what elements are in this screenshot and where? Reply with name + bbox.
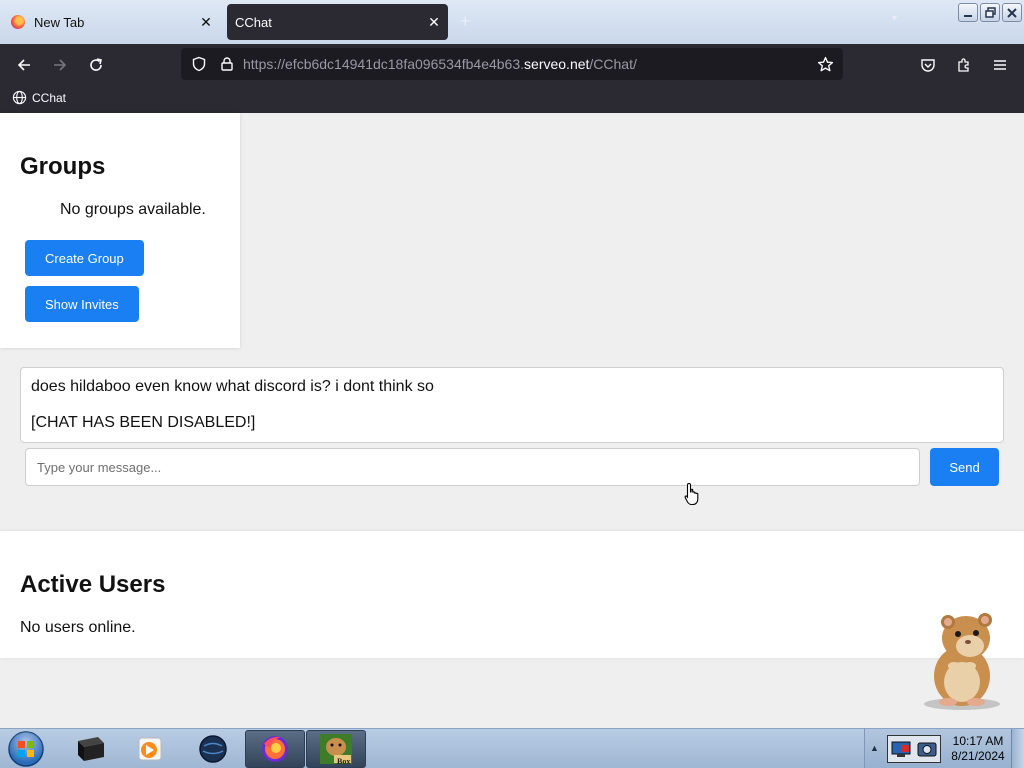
- tracking-protection-shield-icon[interactable]: [187, 52, 211, 76]
- chat-messages-box[interactable]: does hildaboo even know what discord is?…: [20, 367, 1004, 443]
- bookmark-label: CChat: [32, 90, 67, 105]
- box-label: Box: [337, 757, 351, 766]
- bookmark-star-icon[interactable]: [813, 52, 837, 76]
- taskbar-app-black-box[interactable]: [60, 730, 120, 768]
- forward-arrow-icon[interactable]: [48, 53, 72, 77]
- back-arrow-icon[interactable]: [12, 53, 36, 77]
- pocket-icon[interactable]: [916, 53, 940, 77]
- groups-panel: Groups No groups available. Create Group…: [0, 113, 240, 348]
- tab-cchat[interactable]: CChat ✕: [227, 4, 448, 40]
- close-tab-icon[interactable]: ✕: [420, 14, 448, 31]
- new-tab-icon[interactable]: +: [460, 11, 471, 32]
- bookmark-cchat[interactable]: CChat: [12, 90, 66, 105]
- taskbar: Box ▲ 10:17 AM 8/21/2024: [0, 728, 1024, 768]
- bookmarks-toolbar: CChat: [0, 85, 1024, 113]
- dark-globe-app-icon: [199, 735, 227, 763]
- black-window-app-icon: [78, 737, 104, 761]
- no-users-text: No users online.: [20, 619, 136, 636]
- tab-label: New Tab: [34, 14, 85, 30]
- taskbar-app-globe[interactable]: [183, 730, 243, 768]
- windows-orb-icon: [8, 731, 44, 767]
- send-button[interactable]: Send: [930, 448, 999, 486]
- taskbar-media-player[interactable]: [120, 730, 180, 768]
- extensions-puzzle-icon[interactable]: [952, 53, 976, 77]
- list-all-tabs-icon[interactable]: ▾: [892, 13, 897, 24]
- tray-icons: [887, 735, 941, 763]
- lock-icon[interactable]: [215, 52, 239, 76]
- message-input[interactable]: [25, 448, 920, 486]
- taskbar-firefox[interactable]: [245, 730, 305, 768]
- window-controls: [958, 3, 1022, 22]
- display-tray-icon[interactable]: [891, 740, 911, 758]
- show-hidden-icons-arrow-icon[interactable]: ▲: [870, 743, 879, 753]
- page-content: Groups No groups available. Create Group…: [0, 113, 1024, 728]
- taskbar-box-app[interactable]: Box: [306, 730, 366, 768]
- groups-heading: Groups: [20, 153, 106, 180]
- chat-message: [CHAT HAS BEEN DISABLED!]: [31, 414, 256, 431]
- system-tray: ▲ 10:17 AM 8/21/2024: [864, 729, 1024, 768]
- hand-pointer-cursor-icon: [684, 482, 702, 511]
- media-player-icon: [138, 737, 162, 761]
- firefox-icon: [11, 15, 25, 29]
- create-group-button[interactable]: Create Group: [25, 240, 144, 276]
- close-tab-icon[interactable]: ✕: [192, 14, 220, 31]
- active-users-heading: Active Users: [20, 571, 166, 598]
- show-desktop-button[interactable]: [1011, 729, 1024, 768]
- navigation-toolbar: https://efcb6dc14941dc18fa096534fb4e4b63…: [0, 44, 1024, 85]
- show-invites-button[interactable]: Show Invites: [25, 286, 139, 322]
- tab-new-tab[interactable]: New Tab ✕: [2, 4, 220, 40]
- close-window-icon[interactable]: [1002, 3, 1022, 22]
- no-groups-text: No groups available.: [60, 201, 206, 218]
- minimize-icon[interactable]: [958, 3, 978, 22]
- hamburger-menu-icon[interactable]: [988, 53, 1012, 77]
- clock[interactable]: 10:17 AM 8/21/2024: [947, 734, 1009, 764]
- reload-icon[interactable]: [84, 53, 108, 77]
- restore-icon[interactable]: [980, 3, 1000, 22]
- firefox-icon: [262, 736, 288, 762]
- windows-start-button[interactable]: [5, 730, 47, 768]
- clock-date: 8/21/2024: [951, 749, 1005, 763]
- clock-time: 10:17 AM: [952, 734, 1004, 748]
- browser-tab-strip: New Tab ✕ CChat ✕ + ▾: [0, 0, 1024, 44]
- chat-message: does hildaboo even know what discord is?…: [31, 378, 434, 395]
- camera-tray-icon[interactable]: [917, 740, 937, 758]
- tab-label: CChat: [235, 14, 272, 30]
- address-bar[interactable]: https://efcb6dc14941dc18fa096534fb4e4b63…: [181, 48, 843, 80]
- url-text[interactable]: https://efcb6dc14941dc18fa096534fb4e4b63…: [243, 56, 637, 72]
- active-users-panel: Active Users No users online.: [0, 531, 1024, 658]
- hamster-mascot-icon[interactable]: [918, 604, 1010, 717]
- globe-icon: [12, 90, 27, 105]
